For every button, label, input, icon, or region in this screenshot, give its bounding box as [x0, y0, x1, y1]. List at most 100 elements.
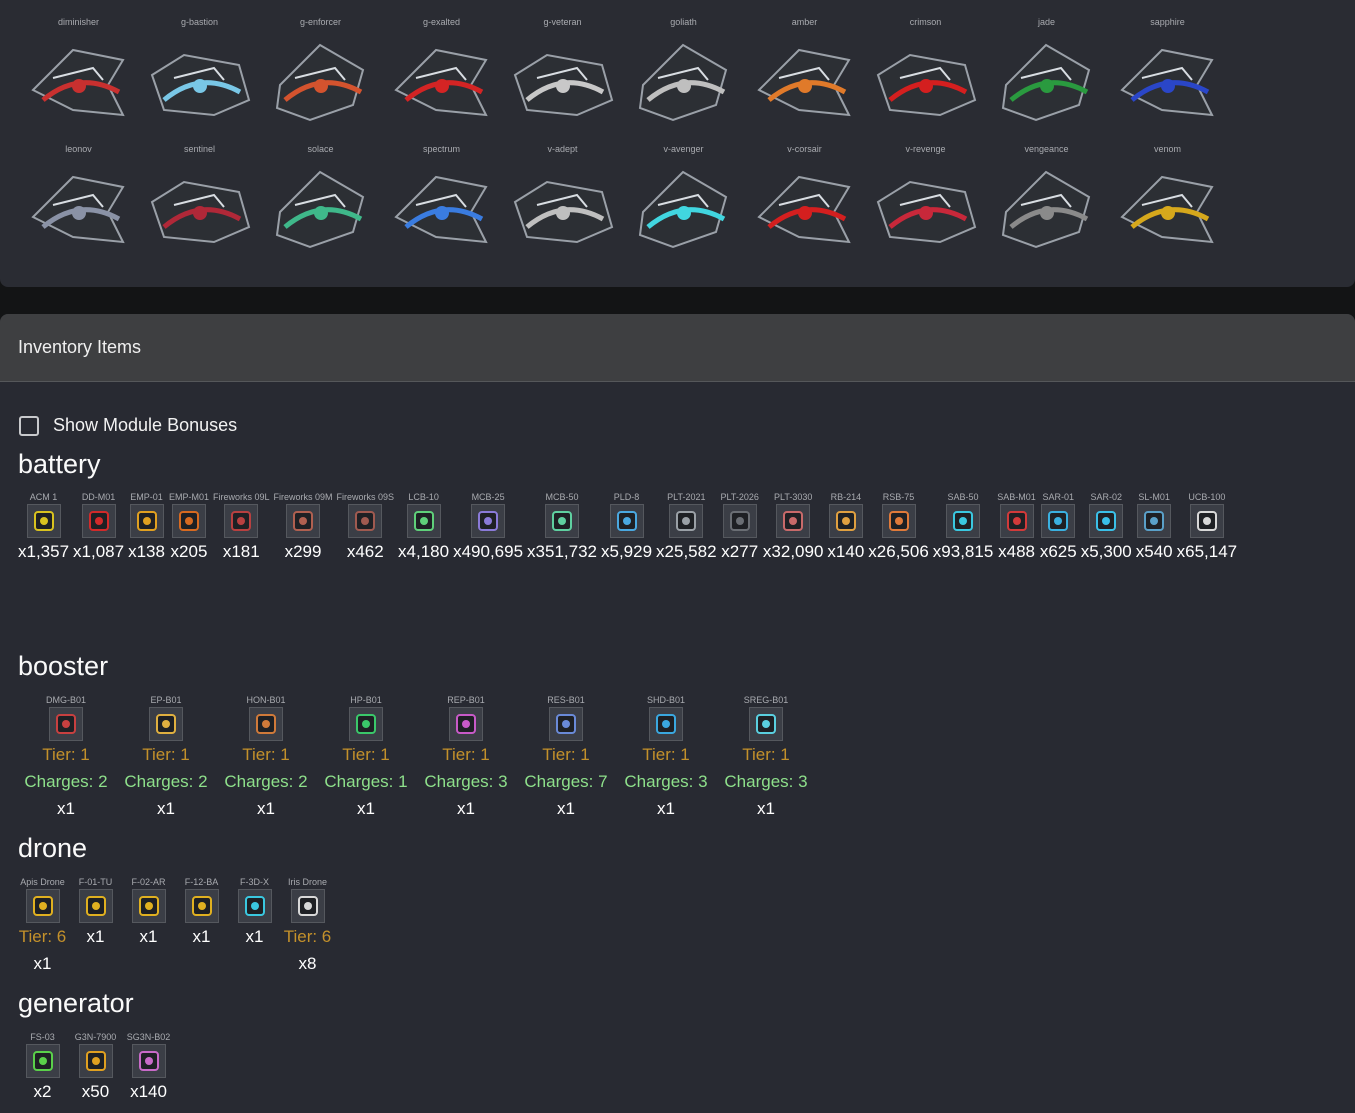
battery-item[interactable]: PLD-8 x5,929: [601, 491, 656, 562]
booster-item[interactable]: SREG-B01 Tier: 1 Charges: 3 x1: [718, 694, 818, 819]
battery-item[interactable]: PLT-3030 x32,090: [763, 491, 828, 562]
ship-card-venom[interactable]: venom: [1107, 143, 1228, 261]
category-title-booster: booster: [18, 651, 109, 681]
show-module-bonuses-checkbox[interactable]: [19, 415, 39, 436]
ship-card-g-exalted[interactable]: g-exalted: [381, 16, 502, 134]
battery-item[interactable]: Fireworks 09S x462: [337, 491, 399, 562]
item-quantity: x4,180: [398, 542, 450, 561]
battery-item-icon: [946, 504, 981, 538]
show-module-bonuses-toggle[interactable]: Show Module Bonuses: [19, 415, 237, 436]
battery-item[interactable]: SAR-01 x625: [1040, 491, 1081, 562]
ship-card-leonov[interactable]: leonov: [18, 143, 139, 261]
battery-item[interactable]: DD-M01 x1,087: [73, 491, 128, 562]
ship-card-vengeance[interactable]: vengeance: [986, 143, 1107, 261]
ship-card-sentinel[interactable]: sentinel: [139, 143, 260, 261]
generator-item[interactable]: FS-03 x2: [18, 1031, 71, 1102]
booster-item[interactable]: HON-B01 Tier: 1 Charges: 2 x1: [218, 694, 318, 819]
ship-card-diminisher[interactable]: diminisher: [18, 16, 139, 134]
ship-name: v-adept: [547, 144, 578, 154]
battery-item[interactable]: UCB-100 x65,147: [1177, 491, 1242, 562]
battery-item[interactable]: MCB-25 x490,695: [453, 491, 527, 562]
ship-card-v-avenger[interactable]: v-avenger: [623, 143, 744, 261]
item-quantity: x2: [33, 1082, 52, 1101]
battery-item[interactable]: LCB-10 x4,180: [398, 491, 453, 562]
battery-item-icon: [348, 504, 383, 538]
generator-item[interactable]: SG3N-B02 x140: [124, 1031, 177, 1102]
ship-name: v-revenge: [905, 144, 946, 154]
battery-item-icon: [828, 504, 863, 538]
drone-grid: Apis Drone Tier: 6 x1 F-01-TU x1 F-02-AR x1 F-1…: [18, 876, 336, 974]
battery-item-icon: [406, 504, 441, 538]
ship-card-v-adept[interactable]: v-adept: [502, 143, 623, 261]
ship-card-g-enforcer[interactable]: g-enforcer: [260, 16, 381, 134]
item-quantity: x1: [245, 927, 264, 946]
battery-item-icon: [26, 504, 61, 538]
item-name: MCB-25: [471, 492, 505, 502]
battery-item[interactable]: SL-M01 x540: [1136, 491, 1177, 562]
battery-item[interactable]: ACM 1 x1,357: [18, 491, 73, 562]
inventory-header: Inventory Items: [0, 314, 1355, 382]
battery-item[interactable]: SAB-50 x93,815: [933, 491, 998, 562]
booster-item-icon: [549, 707, 583, 741]
battery-item[interactable]: EMP-M01 x205: [169, 491, 213, 562]
booster-item[interactable]: RES-B01 Tier: 1 Charges: 7 x1: [518, 694, 618, 819]
item-quantity: x1: [33, 954, 52, 973]
ship-card-g-veteran[interactable]: g-veteran: [502, 16, 623, 134]
item-quantity: x5,300: [1080, 542, 1132, 561]
ship-card-v-revenge[interactable]: v-revenge: [865, 143, 986, 261]
item-quantity: x462: [346, 542, 384, 561]
battery-item[interactable]: MCB-50 x351,732: [527, 491, 601, 562]
battery-item[interactable]: SAB-M01 x488: [997, 491, 1040, 562]
drone-item[interactable]: F-12-BA x1: [177, 876, 230, 974]
item-name: SG3N-B02: [126, 1032, 171, 1042]
ship-card-amber[interactable]: amber: [744, 16, 865, 134]
drone-item[interactable]: F-01-TU x1: [71, 876, 124, 974]
booster-item[interactable]: DMG-B01 Tier: 1 Charges: 2 x1: [18, 694, 118, 819]
item-quantity: x140: [130, 1082, 167, 1101]
item-tier: Tier: 6: [283, 927, 332, 946]
booster-item-icon: [749, 707, 783, 741]
ship-name: amber: [791, 17, 818, 27]
battery-item-icon: [722, 504, 757, 538]
booster-item[interactable]: REP-B01 Tier: 1 Charges: 3 x1: [418, 694, 518, 819]
ship-icon: [150, 53, 250, 117]
booster-item[interactable]: SHD-B01 Tier: 1 Charges: 3 x1: [618, 694, 718, 819]
ship-icon: [30, 175, 125, 244]
booster-item[interactable]: HP-B01 Tier: 1 Charges: 1 x1: [318, 694, 418, 819]
battery-item[interactable]: RB-214 x140: [827, 491, 868, 562]
item-quantity: x138: [128, 542, 165, 561]
ship-card-goliath[interactable]: goliath: [623, 16, 744, 134]
battery-item[interactable]: RSB-75 x26,506: [868, 491, 933, 562]
item-charges: Charges: 2: [24, 772, 108, 791]
battery-item[interactable]: Fireworks 09M x299: [274, 491, 337, 562]
battery-item[interactable]: Fireworks 09L x181: [213, 491, 274, 562]
item-name: EMP-01: [130, 492, 163, 502]
generator-item[interactable]: G3N-7900 x50: [71, 1031, 124, 1102]
generator-grid: FS-03 x2 G3N-7900 x50 SG3N-B02 x140: [18, 1031, 177, 1102]
drone-item[interactable]: F-02-AR x1: [124, 876, 177, 974]
drone-item[interactable]: Apis Drone Tier: 6 x1: [18, 876, 71, 974]
ship-card-crimson[interactable]: crimson: [865, 16, 986, 134]
ship-icon: [756, 175, 851, 244]
battery-item[interactable]: PLT-2026 x277: [721, 491, 763, 562]
battery-item[interactable]: EMP-01 x138: [128, 491, 169, 562]
battery-item[interactable]: PLT-2021 x25,582: [656, 491, 721, 562]
booster-item[interactable]: EP-B01 Tier: 1 Charges: 2 x1: [118, 694, 218, 819]
ship-card-v-corsair[interactable]: v-corsair: [744, 143, 865, 261]
ship-card-spectrum[interactable]: spectrum: [381, 143, 502, 261]
ship-name: g-enforcer: [299, 17, 342, 27]
drone-item[interactable]: Iris Drone Tier: 6 x8: [283, 876, 336, 974]
item-name: EMP-M01: [168, 492, 209, 502]
item-name: PLT-2026: [720, 492, 759, 502]
battery-item[interactable]: SAR-02 x5,300: [1081, 491, 1136, 562]
item-quantity: x540: [1135, 542, 1173, 561]
ship-icon: [1119, 175, 1214, 244]
booster-item-icon: [49, 707, 83, 741]
ships-panel: diminisher g-bastion g-enforcer g-exalted g-…: [0, 0, 1355, 287]
ship-card-g-bastion[interactable]: g-bastion: [139, 16, 260, 134]
ship-card-solace[interactable]: solace: [260, 143, 381, 261]
drone-item[interactable]: F-3D-X x1: [230, 876, 283, 974]
ship-card-jade[interactable]: jade: [986, 16, 1107, 134]
booster-item-icon: [349, 707, 383, 741]
ship-card-sapphire[interactable]: sapphire: [1107, 16, 1228, 134]
